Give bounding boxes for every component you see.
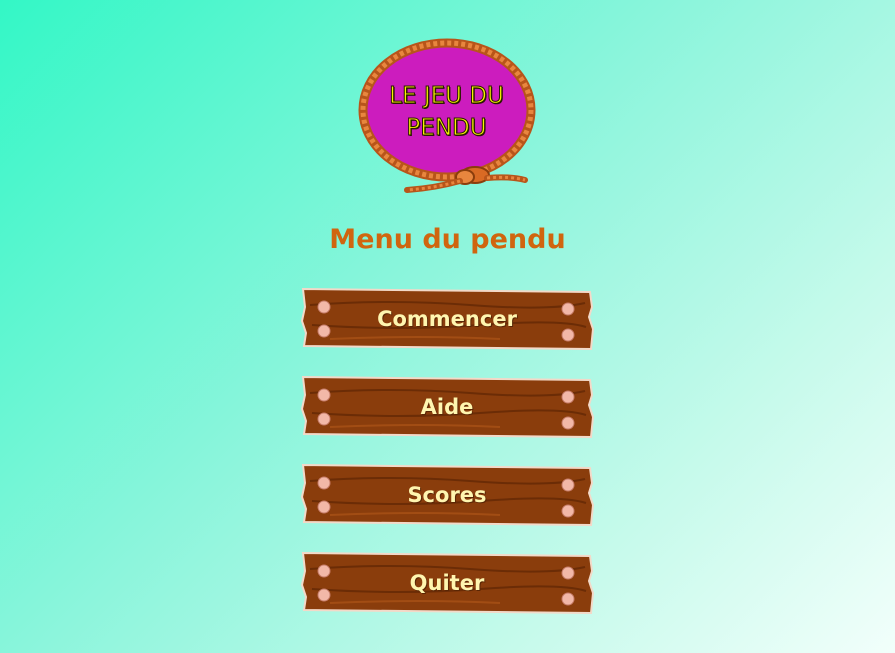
quit-button[interactable]: Quiter [300, 551, 594, 615]
help-button-label: Aide [420, 395, 474, 419]
logo-title-line1: LE JEU DU [389, 83, 505, 110]
scores-button-label: Scores [407, 483, 487, 507]
start-button[interactable]: Commencer [300, 287, 594, 351]
scores-button[interactable]: Scores [300, 463, 594, 527]
quit-button-label: Quiter [409, 571, 485, 595]
menu-title: Menu du pendu [329, 224, 566, 255]
start-button-label: Commencer [377, 307, 517, 331]
logo-title-line2: PENDU [406, 115, 487, 142]
help-button[interactable]: Aide [300, 375, 594, 439]
logo-title: LE JEU DU PENDU [369, 80, 524, 144]
game-logo: LE JEU DU PENDU [355, 38, 540, 198]
